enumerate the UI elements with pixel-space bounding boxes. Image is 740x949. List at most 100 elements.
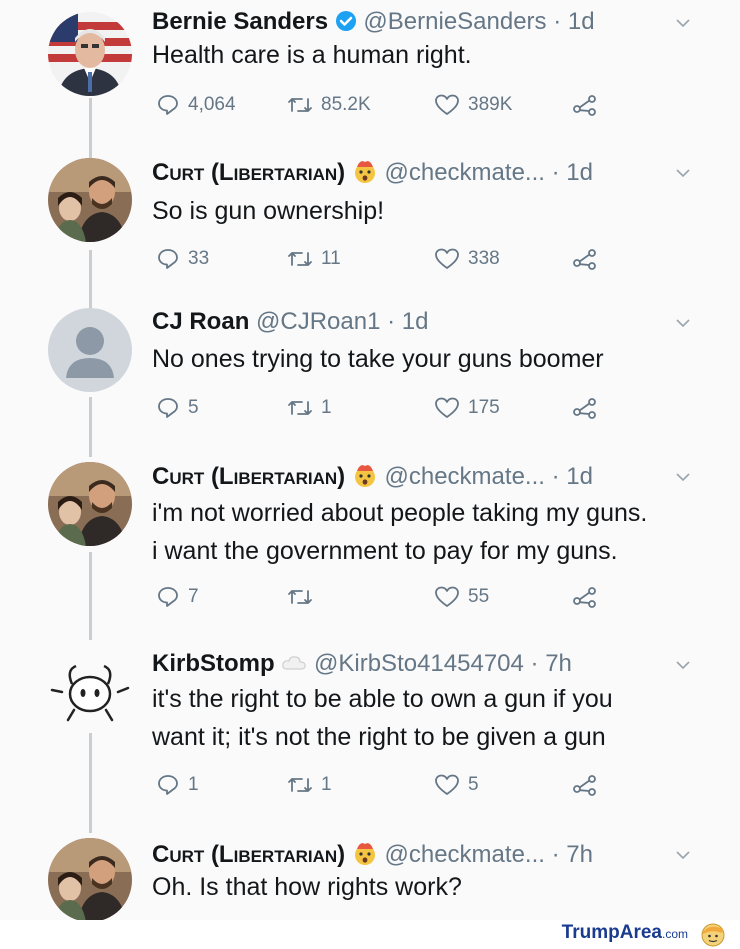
tweet-header: Bernie Sanders @BernieSanders · 1d [152,8,595,36]
tweet-text-line: want it; it's not the right to be given … [152,723,606,751]
chevron-down-icon[interactable] [676,848,690,862]
share-button[interactable] [572,770,598,800]
exploding-head-emoji-icon [354,843,375,865]
tweet-time[interactable]: · 1d [552,463,593,490]
reply-button[interactable]: 7 [156,582,199,612]
tweet-text: i'm not worried about people taking my g… [152,494,647,570]
like-button[interactable]: 55 [434,582,489,612]
trump-logo-icon [701,923,725,947]
retweet-icon [288,401,312,415]
tweet-text-line: Health care is a human right. [152,41,472,69]
tweet-actions: 33 11 338 [152,244,612,274]
brand-domain: .com [661,927,688,941]
author-name[interactable]: KirbStomp [152,650,275,677]
thread-line [89,397,92,457]
heart-icon [435,248,459,269]
tweet-time[interactable]: · 7h [531,650,572,677]
heart-icon [435,586,459,607]
avatar[interactable] [48,158,132,242]
heart-icon [435,397,459,418]
author-name[interactable]: Bernie Sanders [152,8,328,35]
share-button[interactable] [572,90,598,120]
retweet-count: 85.2K [321,94,371,115]
exploding-head-emoji-icon [354,465,375,487]
tweet-time[interactable]: · 1d [552,159,593,186]
tweet-header: KirbStomp @KirbSto41454704 · 7h [152,650,572,678]
retweet-button[interactable]: 85.2K [287,90,371,120]
tweet-text-line: i want the government to pay for my guns… [152,537,618,565]
retweet-icon [288,590,312,604]
share-button[interactable] [572,582,598,612]
tweet-time[interactable]: · 1d [387,308,428,335]
tweet-text: No ones trying to take your guns boomer [152,340,604,378]
chevron-down-icon[interactable] [676,16,690,30]
author-handle[interactable]: @CJRoan1 [256,308,380,335]
retweet-button[interactable]: 1 [287,770,332,800]
watermark-bar: TrumpArea.com [0,920,740,949]
avatar[interactable] [48,648,132,732]
tweet-text: Oh. Is that how rights work? [152,868,462,906]
share-icon [573,398,596,419]
reply-button[interactable]: 4,064 [156,90,236,120]
like-button[interactable]: 175 [434,393,500,423]
brand-name: TrumpArea [561,922,662,943]
reply-count: 7 [188,586,199,607]
reply-button[interactable]: 33 [156,244,209,274]
author-handle[interactable]: @checkmate... [385,463,545,490]
chevron-down-icon[interactable] [676,470,690,484]
exploding-head-emoji-icon [354,161,375,183]
like-count: 389K [468,94,513,115]
reply-button[interactable]: 1 [156,770,199,800]
tweet-text-line: Oh. Is that how rights work? [152,873,462,901]
site-watermark[interactable]: TrumpArea.com [562,922,688,944]
retweet-count: 1 [321,774,332,795]
reply-count: 1 [188,774,199,795]
reply-icon [158,775,178,795]
author-name[interactable]: Curt (Libertarian) [152,159,345,186]
thread-line [89,250,92,310]
like-count: 175 [468,397,500,418]
tweet-text-line: i'm not worried about people taking my g… [152,499,648,527]
author-name[interactable]: Curt (Libertarian) [152,463,345,490]
retweet-icon [288,778,312,792]
tweet-thread: Bernie Sanders @BernieSanders · 1d Healt… [0,0,740,922]
retweet-button[interactable] [287,582,321,612]
cloud-emoji-icon [282,656,307,670]
avatar[interactable] [48,12,132,96]
author-handle[interactable]: @checkmate... [385,841,545,868]
tweet-text-line: So is gun ownership! [152,197,385,225]
share-icon [573,95,596,116]
reply-count: 33 [188,248,210,269]
retweet-button[interactable]: 1 [287,393,332,423]
chevron-down-icon[interactable] [676,316,690,330]
like-button[interactable]: 338 [434,244,500,274]
reply-count: 4,064 [188,94,236,115]
heart-icon [435,94,459,115]
reply-count: 5 [188,397,199,418]
like-button[interactable]: 389K [434,90,512,120]
like-button[interactable]: 5 [434,770,479,800]
reply-button[interactable]: 5 [156,393,199,423]
tweet-text: it's the right to be able to own a gun i… [152,680,613,756]
avatar[interactable] [48,308,132,392]
author-name[interactable]: Curt (Libertarian) [152,841,345,868]
tweet-time[interactable]: · 1d [553,8,594,35]
author-handle[interactable]: @checkmate... [385,159,545,186]
author-handle[interactable]: @KirbSto41454704 [314,650,524,677]
tweet-time[interactable]: · 7h [552,841,593,868]
avatar[interactable] [48,838,132,922]
retweet-count: 11 [321,248,341,269]
thread-line [89,552,92,640]
retweet-button[interactable]: 11 [287,244,341,274]
tweet-actions: 7 55 [152,582,612,612]
tweet-text: So is gun ownership! [152,192,384,230]
chevron-down-icon[interactable] [676,658,690,672]
share-button[interactable] [572,393,598,423]
author-name[interactable]: CJ Roan [152,308,249,335]
retweet-icon [288,98,312,112]
tweet-actions: 1 1 5 [152,770,612,800]
author-handle[interactable]: @BernieSanders [363,8,546,35]
share-button[interactable] [572,244,598,274]
chevron-down-icon[interactable] [676,166,690,180]
avatar[interactable] [48,462,132,546]
